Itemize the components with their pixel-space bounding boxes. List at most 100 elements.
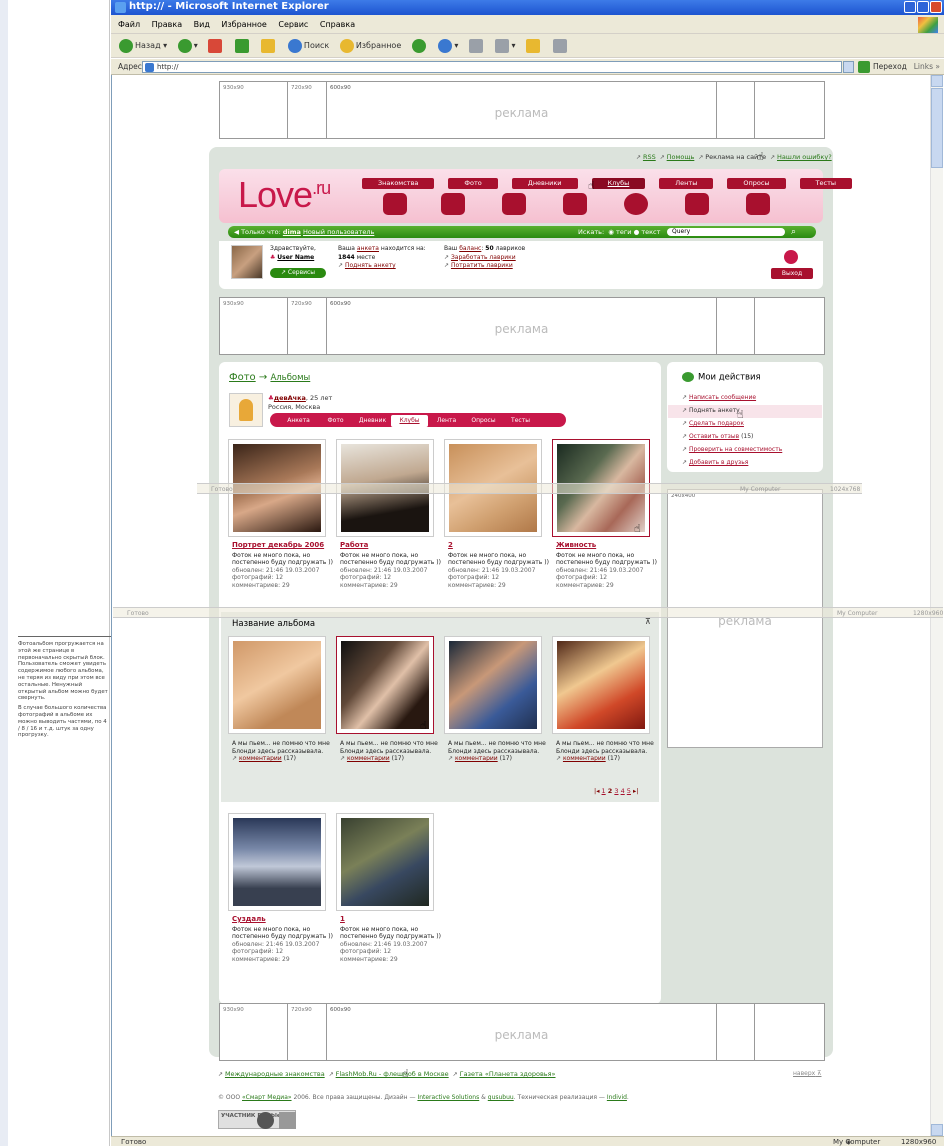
action-item[interactable]: ↗ Оставить отзыв (15) — [682, 433, 753, 440]
photo-thumb[interactable] — [228, 636, 326, 734]
clubs-icon[interactable] — [563, 193, 587, 215]
dating-icon[interactable] — [383, 193, 407, 215]
ad-banner-side[interactable]: 240x400 реклама — [667, 489, 823, 748]
username-link[interactable]: User Name — [277, 254, 314, 261]
home-button[interactable] — [261, 34, 277, 58]
crumb-photo[interactable]: Фото — [229, 372, 256, 383]
camera-icon[interactable] — [441, 193, 465, 215]
diary-icon[interactable] — [502, 193, 526, 215]
crumb-albums[interactable]: Альбомы — [270, 373, 310, 383]
developer-link[interactable]: Individ — [607, 1094, 627, 1101]
album-thumb[interactable] — [228, 813, 326, 911]
radio-tags[interactable]: ◉ — [606, 228, 616, 236]
mail-button[interactable]: ▾ — [438, 34, 458, 58]
company-link[interactable]: «Смарт Медиа» — [242, 1094, 292, 1101]
close-button[interactable] — [930, 1, 942, 13]
exit-icon[interactable] — [784, 250, 798, 264]
action-item[interactable]: ↗ Поднять анкету — [682, 407, 740, 414]
ad-banner-bottom[interactable]: 930x90 720x90 600x90 реклама — [219, 1003, 825, 1061]
designer-link[interactable]: Interactive Solutions — [417, 1094, 479, 1101]
profile-link[interactable]: анкета — [357, 245, 379, 252]
services-button[interactable]: ↗ Сервисы — [270, 268, 326, 278]
first-page-icon[interactable]: |◂ — [594, 787, 602, 795]
exit-button[interactable]: Выход — [771, 268, 813, 279]
collapse-album-icon[interactable]: ⊼ — [645, 617, 651, 626]
minimize-button[interactable] — [904, 1, 916, 13]
nav-feeds[interactable]: Ленты — [659, 178, 714, 189]
nav-photo[interactable]: Фото — [448, 178, 498, 189]
menu-view[interactable]: Вид — [194, 20, 210, 29]
tool-button[interactable] — [552, 34, 569, 58]
nav-diaries[interactable]: Дневники — [511, 178, 578, 189]
photo-thumb[interactable] — [444, 636, 542, 734]
search-go-icon[interactable]: ⌕ — [791, 227, 805, 237]
action-item[interactable]: ↗ Проверить на совместимость — [682, 446, 782, 453]
address-input[interactable]: http:// — [142, 61, 842, 73]
back-button[interactable]: Назад ▾ — [119, 34, 167, 58]
profile-name-link[interactable]: девАчка — [274, 394, 306, 402]
page-link[interactable]: 3 — [614, 787, 618, 795]
polls-icon[interactable] — [685, 193, 709, 215]
tab-photo[interactable]: Фото — [317, 414, 354, 428]
tab-feed[interactable]: Лента — [428, 414, 465, 428]
designer-link[interactable]: gusubuu — [488, 1094, 514, 1101]
forward-button[interactable]: ▾ — [177, 34, 198, 58]
tab-diary[interactable]: Дневник — [354, 414, 391, 428]
footer-link[interactable]: Газета «Планета здоровья» — [460, 1070, 556, 1078]
page-link[interactable]: 4 — [621, 787, 625, 795]
new-user-link[interactable]: Новый пользователь — [303, 228, 374, 236]
history-button[interactable] — [411, 34, 428, 58]
comments-link[interactable]: комментарии — [455, 755, 498, 762]
refresh-button[interactable] — [234, 34, 251, 58]
tab-polls[interactable]: Опросы — [465, 414, 502, 428]
footer-link[interactable]: FlashMob.Ru - флешмоб в Москве — [336, 1070, 449, 1078]
maximize-button[interactable] — [917, 1, 929, 13]
stop-button[interactable] — [208, 34, 224, 58]
comments-link[interactable]: комментарии — [563, 755, 606, 762]
nav-polls[interactable]: Опросы — [727, 178, 786, 189]
address-dropdown-button[interactable] — [843, 61, 854, 73]
folder-button[interactable] — [526, 34, 542, 58]
search-input[interactable]: Query — [667, 228, 785, 236]
nav-tests[interactable]: Тесты — [799, 178, 853, 189]
vertical-scrollbar[interactable] — [930, 75, 943, 1136]
menu-tools[interactable]: Сервис — [278, 20, 308, 29]
earn-link[interactable]: Заработать лаврики — [451, 254, 516, 261]
action-item[interactable]: ↗ Сделать подарок — [682, 420, 744, 427]
menu-help[interactable]: Справка — [320, 20, 355, 29]
balance-link[interactable]: баланс — [459, 245, 481, 252]
scroll-up-button[interactable] — [931, 75, 943, 87]
comments-link[interactable]: комментарии — [347, 755, 390, 762]
search-button[interactable]: Поиск — [287, 34, 329, 58]
favorites-button[interactable]: Избранное — [339, 34, 401, 58]
album-title-link[interactable]: 2 — [448, 541, 552, 550]
last-page-icon[interactable]: ▸| — [631, 787, 638, 795]
footer-link[interactable]: Международные знакомства — [225, 1070, 325, 1078]
print-button[interactable] — [468, 34, 485, 58]
tab-clubs[interactable]: Клубы — [391, 415, 428, 427]
action-item[interactable]: ↗ Написать сообщение — [682, 394, 756, 401]
tests-icon[interactable] — [746, 193, 770, 215]
profile-avatar[interactable] — [229, 393, 263, 427]
album-thumb[interactable] — [336, 813, 434, 911]
errors-link[interactable]: Нашли ошибку? — [777, 153, 832, 161]
spend-link[interactable]: Потратить лаврики — [451, 262, 513, 269]
menu-favorites[interactable]: Избранное — [221, 20, 266, 29]
comments-link[interactable]: комментарии — [239, 755, 282, 762]
menu-file[interactable]: Файл — [118, 20, 140, 29]
edit-button[interactable]: ▾ — [495, 34, 515, 58]
tab-profile[interactable]: Анкета — [280, 414, 317, 428]
album-title-link[interactable]: Работа — [340, 541, 444, 550]
help-link[interactable]: Помощь — [667, 153, 695, 161]
scroll-down-button[interactable] — [931, 1124, 943, 1136]
tab-tests[interactable]: Тесты — [502, 414, 539, 428]
album-title-link[interactable]: Портрет декабрь 2006 — [232, 541, 336, 550]
recent-user-link[interactable]: dima — [283, 228, 301, 236]
rss-link[interactable]: RSS — [643, 153, 656, 161]
menu-edit[interactable]: Правка — [152, 20, 182, 29]
ad-banner-top[interactable]: 930x90 720x90 600x90 реклама — [219, 81, 825, 139]
ad-banner-middle[interactable]: 930x90 720x90 600x90 реклама — [219, 297, 825, 355]
scroll-thumb[interactable] — [931, 88, 943, 168]
action-item[interactable]: ↗ Добавить в друзья — [682, 459, 748, 466]
nav-dating[interactable]: Знакомства — [362, 178, 435, 189]
